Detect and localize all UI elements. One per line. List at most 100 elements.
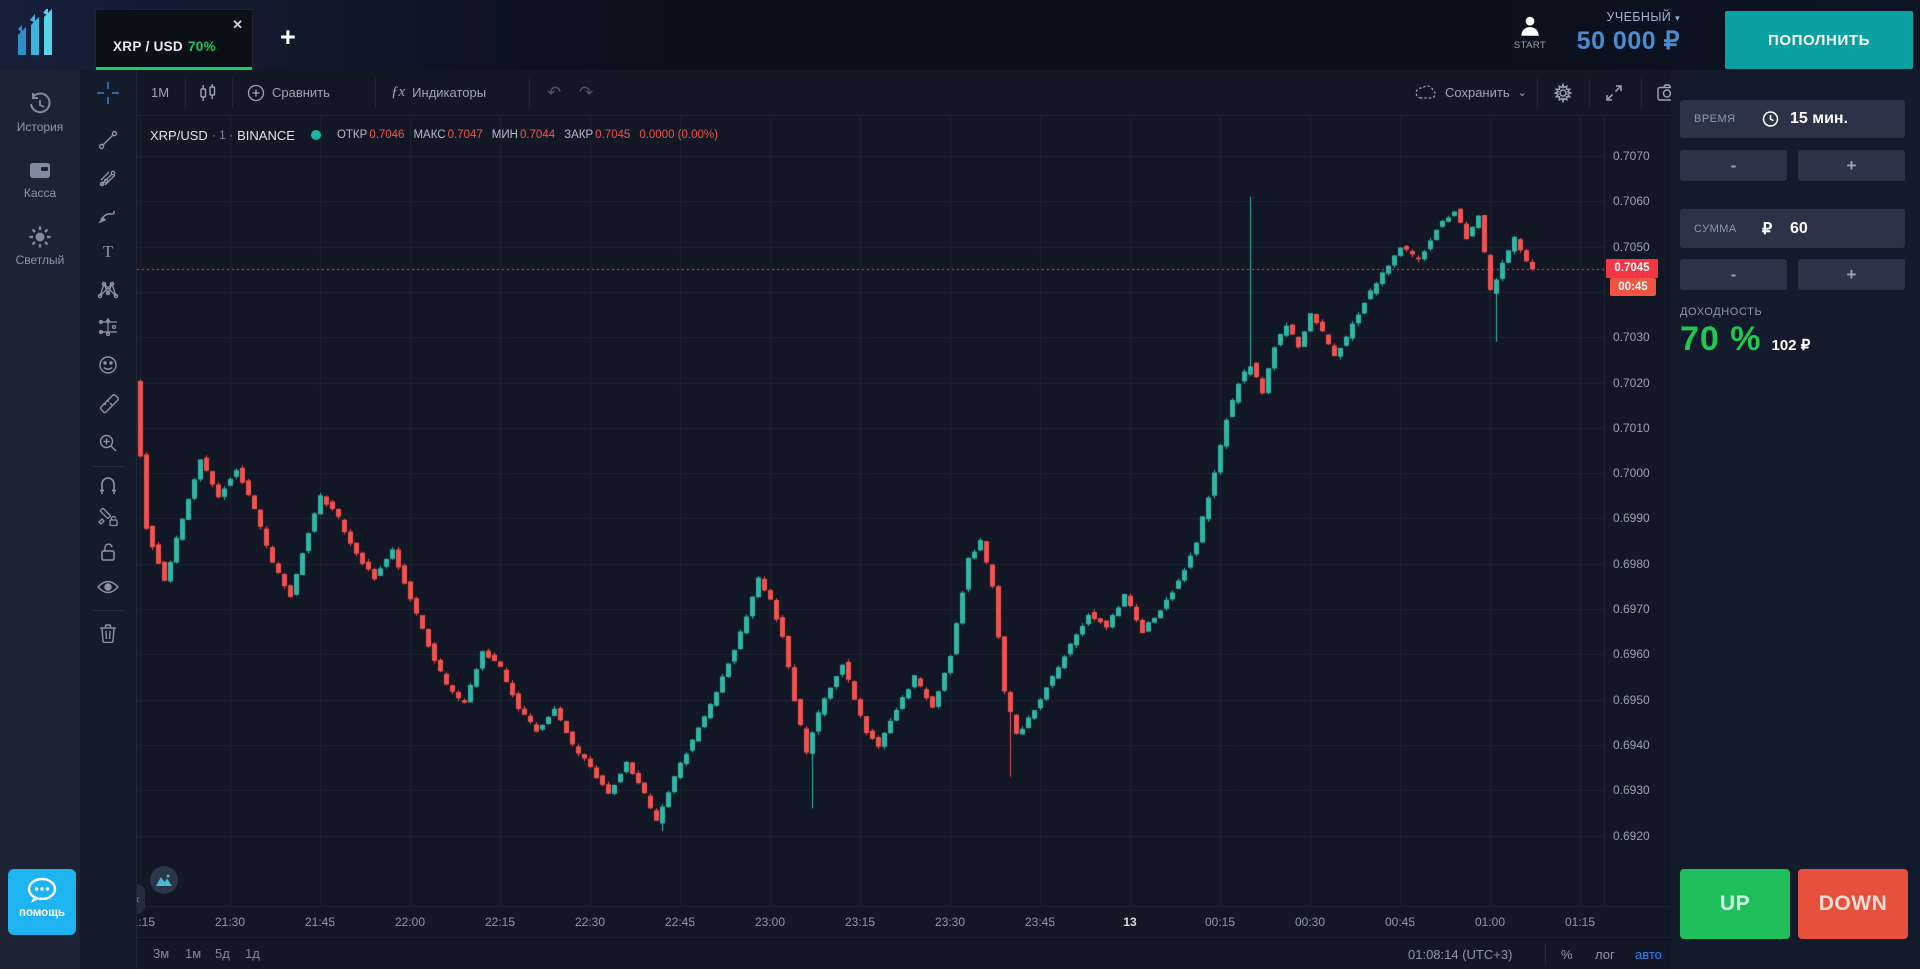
chat-bubble-icon bbox=[26, 877, 58, 905]
up-button[interactable]: UP bbox=[1680, 869, 1790, 939]
price-axis-label: 0.7000 bbox=[1613, 465, 1650, 481]
time-axis-label: 23:30 bbox=[935, 915, 965, 929]
undo-button[interactable]: ↶ bbox=[547, 70, 561, 115]
price-axis-label: 0.6970 bbox=[1613, 601, 1650, 617]
interval-button[interactable]: 1M bbox=[151, 70, 169, 115]
legend-close-label: ЗАКР bbox=[564, 129, 593, 141]
lock-tool-icon[interactable] bbox=[99, 542, 117, 562]
time-axis-label: 01:15 bbox=[1565, 915, 1595, 929]
chevron-down-icon: ▾ bbox=[1675, 13, 1680, 23]
price-axis-label: 0.7010 bbox=[1613, 420, 1650, 436]
price-axis-label: 0.6990 bbox=[1613, 510, 1650, 526]
gann-fib-tool-icon[interactable] bbox=[98, 168, 118, 188]
amount-increase-button[interactable]: + bbox=[1798, 259, 1905, 290]
chevron-down-icon: ⌄ bbox=[1518, 86, 1527, 99]
payout-label: ДОХОДНОСТЬ bbox=[1680, 306, 1762, 318]
emoji-tool-icon[interactable] bbox=[98, 355, 118, 375]
drawing-mode-lock-icon[interactable] bbox=[98, 507, 118, 527]
magnet-tool-icon[interactable] bbox=[98, 477, 118, 497]
range-5d[interactable]: 5д bbox=[215, 946, 230, 961]
tab-payout: 70% bbox=[188, 39, 216, 54]
save-layout-button[interactable]: Сохранить ⌄ bbox=[1415, 70, 1527, 115]
time-increase-button[interactable]: + bbox=[1798, 150, 1905, 181]
log-scale-toggle[interactable]: лог bbox=[1595, 947, 1615, 962]
gear-icon bbox=[1553, 83, 1573, 103]
chart-settings-button[interactable] bbox=[1553, 70, 1573, 115]
sidebar-item-cashier[interactable]: Касса bbox=[0, 158, 80, 200]
percent-scale-toggle[interactable]: % bbox=[1561, 947, 1573, 962]
chart-logo-button[interactable] bbox=[150, 866, 178, 894]
legend-high-value: 0.7047 bbox=[448, 129, 483, 141]
range-1m[interactable]: 1м bbox=[185, 946, 201, 961]
trend-line-tool-icon[interactable] bbox=[98, 130, 118, 150]
time-axis-label: 00:15 bbox=[1205, 915, 1235, 929]
amount-decrease-button[interactable]: - bbox=[1680, 259, 1787, 290]
time-axis-label: 22:30 bbox=[575, 915, 605, 929]
auto-scale-toggle[interactable]: авто bbox=[1635, 947, 1662, 962]
ruble-icon: ₽ bbox=[1762, 219, 1772, 239]
time-axis-label: 22:15 bbox=[485, 915, 515, 929]
price-axis-label: 0.7060 bbox=[1613, 193, 1650, 209]
ruler-tool-icon[interactable] bbox=[97, 394, 119, 416]
toolbar-divider bbox=[1589, 78, 1590, 108]
text-tool-icon[interactable]: T bbox=[103, 242, 113, 262]
top-bar: XRP / USD70% ✕ + START УЧЕБНЫЙ ▾ 50 000 … bbox=[0, 0, 1920, 70]
deposit-button[interactable]: ПОПОЛНИТЬ bbox=[1725, 11, 1913, 69]
candlestick-chart[interactable] bbox=[137, 116, 1604, 906]
time-field[interactable]: ВРЕМЯ 15 мин. bbox=[1680, 100, 1905, 138]
price-axis-label: 0.6950 bbox=[1613, 692, 1650, 708]
redo-button[interactable]: ↷ bbox=[579, 70, 593, 115]
brush-tool-icon[interactable] bbox=[98, 205, 118, 225]
time-axis-label: 00:45 bbox=[1385, 915, 1415, 929]
legend-symbol[interactable]: XRP/USD bbox=[150, 128, 208, 143]
indicators-button[interactable]: ƒx Индикаторы bbox=[391, 70, 486, 115]
tab-close-icon[interactable]: ✕ bbox=[232, 17, 243, 33]
clock[interactable]: 01:08:14 (UTC+3) bbox=[1408, 947, 1512, 962]
legend-open-label: ОТКР bbox=[337, 129, 367, 141]
price-axis[interactable]: 0.70700.70600.70500.70300.70200.70100.70… bbox=[1604, 116, 1671, 906]
toolbar-divider bbox=[92, 466, 125, 467]
account-type-dropdown[interactable]: УЧЕБНЫЙ ▾ bbox=[1558, 10, 1680, 24]
chart-toolbar: 1M Сравнить ƒx Индикаторы ↶ ↷ Сохранить … bbox=[137, 70, 1671, 116]
time-axis[interactable]: 21:1521:3021:4522:0022:1522:3022:4523:00… bbox=[137, 906, 1671, 937]
candlestick-icon bbox=[199, 83, 217, 103]
profile-button[interactable]: START bbox=[1510, 13, 1550, 51]
range-3m[interactable]: 3м bbox=[153, 946, 169, 961]
toolbar-divider bbox=[232, 78, 233, 108]
time-field-value: 15 мин. bbox=[1790, 110, 1848, 128]
down-button[interactable]: DOWN bbox=[1798, 869, 1908, 939]
chart-bottom-bar: 3м 1м 5д 1д 01:08:14 (UTC+3) % лог авто bbox=[137, 937, 1671, 969]
hide-drawings-eye-icon[interactable] bbox=[97, 579, 119, 595]
sidebar-item-label: Светлый bbox=[0, 253, 80, 267]
time-field-label: ВРЕМЯ bbox=[1694, 113, 1736, 125]
price-axis-label: 0.6930 bbox=[1613, 782, 1650, 798]
drawing-toolbar: T bbox=[80, 70, 137, 969]
toolbar-divider bbox=[1537, 78, 1538, 108]
compare-button[interactable]: Сравнить bbox=[247, 70, 330, 115]
fullscreen-icon bbox=[1605, 84, 1623, 102]
forecast-tool-icon[interactable] bbox=[97, 317, 119, 337]
zoom-in-tool-icon[interactable] bbox=[98, 433, 118, 453]
time-decrease-button[interactable]: - bbox=[1680, 150, 1787, 181]
payout-row: 70 % 102 ₽ bbox=[1680, 320, 1810, 359]
time-axis-label: 13 bbox=[1123, 915, 1136, 929]
symbol-tab[interactable]: XRP / USD70% ✕ bbox=[95, 9, 253, 70]
sidebar-item-theme[interactable]: Светлый bbox=[0, 225, 80, 267]
sidebar-item-history[interactable]: История bbox=[0, 92, 80, 134]
amount-field[interactable]: СУММА ₽ 60 bbox=[1680, 209, 1905, 248]
add-tab-button[interactable]: + bbox=[280, 22, 296, 53]
chart-style-button[interactable] bbox=[199, 70, 217, 115]
crosshair-tool-icon[interactable] bbox=[97, 82, 119, 104]
legend-close-value: 0.7045 bbox=[595, 129, 630, 141]
fullscreen-button[interactable] bbox=[1605, 70, 1623, 115]
price-axis-label: 0.6960 bbox=[1613, 646, 1650, 662]
trade-panel: ВРЕМЯ 15 мин. - + СУММА ₽ 60 - + ДОХОДНО… bbox=[1671, 70, 1920, 969]
pattern-tool-icon[interactable] bbox=[97, 280, 119, 300]
legend-high-label: МАКС bbox=[413, 129, 445, 141]
help-button[interactable]: помощь bbox=[8, 869, 76, 935]
range-1d[interactable]: 1д bbox=[245, 946, 260, 961]
remove-drawings-trash-icon[interactable] bbox=[99, 623, 117, 643]
account-block[interactable]: УЧЕБНЫЙ ▾ 50 000 ₽ bbox=[1558, 10, 1680, 56]
toolbar-divider bbox=[185, 78, 186, 108]
time-axis-label: 23:15 bbox=[845, 915, 875, 929]
